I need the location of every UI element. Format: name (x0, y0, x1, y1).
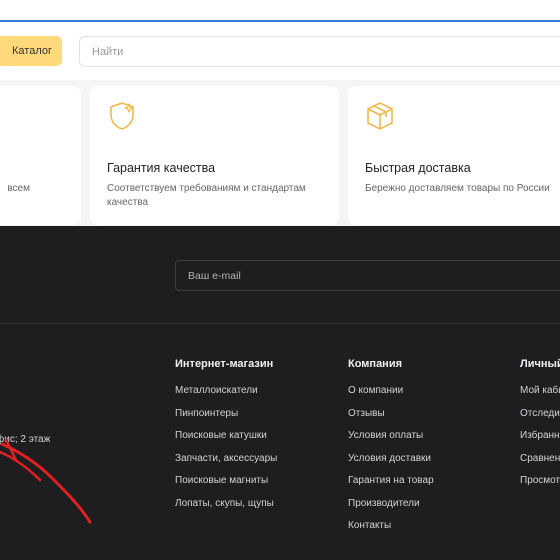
feature-card-delivery: Быстрая доставка Бережно доставляем това… (348, 86, 560, 225)
features-section: всем Гарантия качества Соответствуем тре… (0, 80, 560, 226)
site-header: Каталог (0, 24, 560, 80)
footer-link[interactable]: Поисковые катушки (175, 430, 277, 453)
footer-column-account: Личный Мой каби Отследи Избранн Сравнен … (520, 358, 560, 498)
email-input[interactable] (176, 261, 560, 290)
feature-title: Быстрая доставка (365, 161, 471, 175)
footer-link[interactable]: Просмот (520, 475, 560, 498)
feature-description: Бережно доставляем товары по России (365, 183, 550, 194)
feature-description: всем (7, 183, 30, 194)
footer-link[interactable]: Контакты (348, 520, 434, 543)
footer-column-company: Компания О компании Отзывы Условия оплат… (348, 358, 434, 543)
annotation-arrow-icon (0, 438, 92, 524)
shield-star-icon (110, 102, 134, 130)
footer-link[interactable]: Пинпоинтеры (175, 408, 277, 431)
footer-column-shop: Интернет-магазин Металлоискатели Пинпоин… (175, 358, 277, 520)
top-divider-line (0, 20, 560, 22)
footer-link[interactable]: Отзывы (348, 408, 434, 431)
footer-link[interactable]: Запчасти, аксессуары (175, 453, 277, 476)
footer-link[interactable]: Мой каби (520, 385, 560, 408)
footer-link[interactable]: Лопаты, скупы, щупы (175, 498, 277, 521)
footer-link[interactable]: Поисковые магниты (175, 475, 277, 498)
footer-link[interactable]: Условия оплаты (348, 430, 434, 453)
footer-link[interactable]: Гарантия на товар (348, 475, 434, 498)
feature-card-quality: Гарантия качества Соответствуем требован… (90, 86, 339, 225)
footer-link[interactable]: Производители (348, 498, 434, 521)
footer-link[interactable]: Условия доставки (348, 453, 434, 476)
box-icon (367, 102, 393, 130)
footer-link[interactable]: О компании (348, 385, 434, 408)
search-box (79, 36, 560, 67)
feature-title: Гарантия качества (107, 161, 216, 175)
catalog-button[interactable]: Каталог (0, 36, 62, 66)
footer-column-title: Личный (520, 358, 560, 370)
footer-column-title: Компания (348, 358, 403, 370)
feature-description: Соответствуем требованиям и стандартам к… (107, 183, 306, 208)
footer-divider (0, 323, 560, 324)
footer-column-title: Интернет-магазин (175, 358, 274, 370)
feature-card: всем (0, 86, 81, 225)
footer-link[interactable]: Отследи (520, 408, 560, 431)
search-input[interactable] (80, 37, 560, 66)
subscribe-box (175, 260, 560, 291)
footer-link[interactable]: Металлоискатели (175, 385, 277, 408)
footer-link[interactable]: Сравнен (520, 453, 560, 476)
footer-link[interactable]: Избранн (520, 430, 560, 453)
